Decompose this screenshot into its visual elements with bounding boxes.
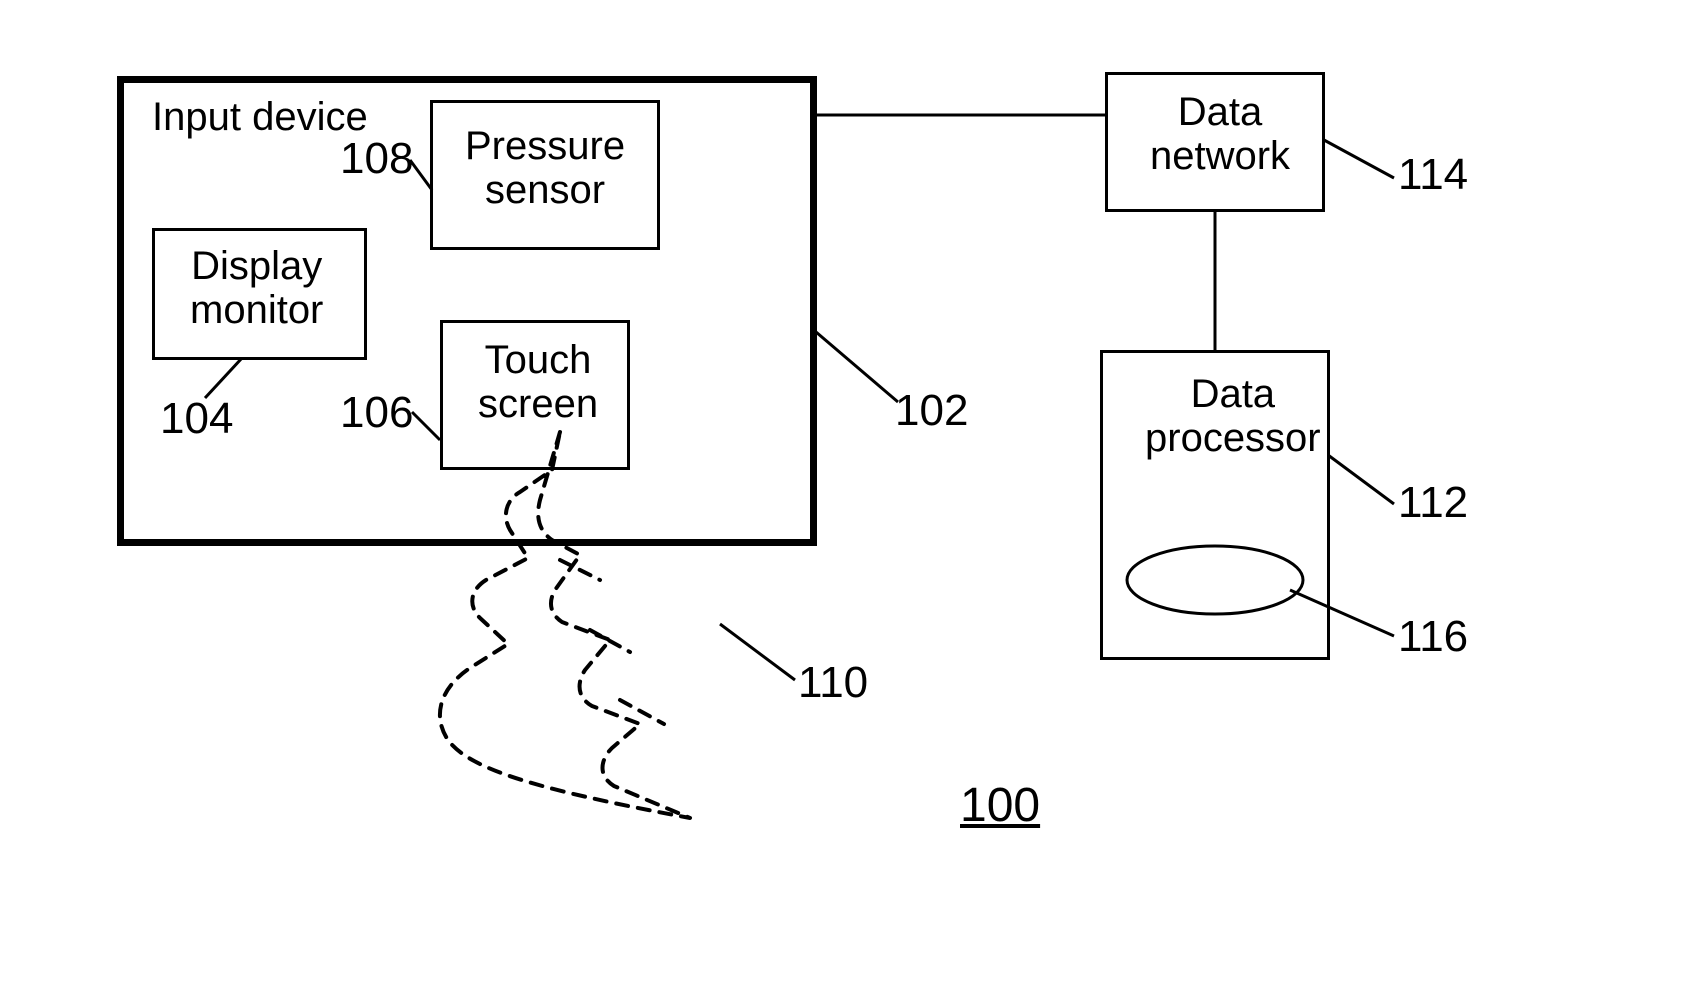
ref-106: 106 <box>340 388 413 438</box>
ref-figure-100: 100 <box>960 778 1040 833</box>
data-network-label: Data network <box>1150 90 1290 178</box>
ref-110: 110 <box>798 658 868 708</box>
ref-108: 108 <box>340 134 413 184</box>
diagram-stage: Input device Display monitor Pressure se… <box>0 0 1708 981</box>
ref-112: 112 <box>1398 478 1468 528</box>
ref-114: 114 <box>1398 150 1468 200</box>
ref-116: 116 <box>1398 612 1468 662</box>
ref-102: 102 <box>895 386 968 436</box>
display-monitor-label: Display monitor <box>190 244 323 332</box>
touch-screen-label: Touch screen <box>478 338 598 426</box>
ref-104: 104 <box>160 394 233 444</box>
data-processor-label: Data processor <box>1145 372 1321 460</box>
input-device-title: Input device <box>152 95 368 139</box>
pressure-sensor-label: Pressure sensor <box>465 124 625 212</box>
